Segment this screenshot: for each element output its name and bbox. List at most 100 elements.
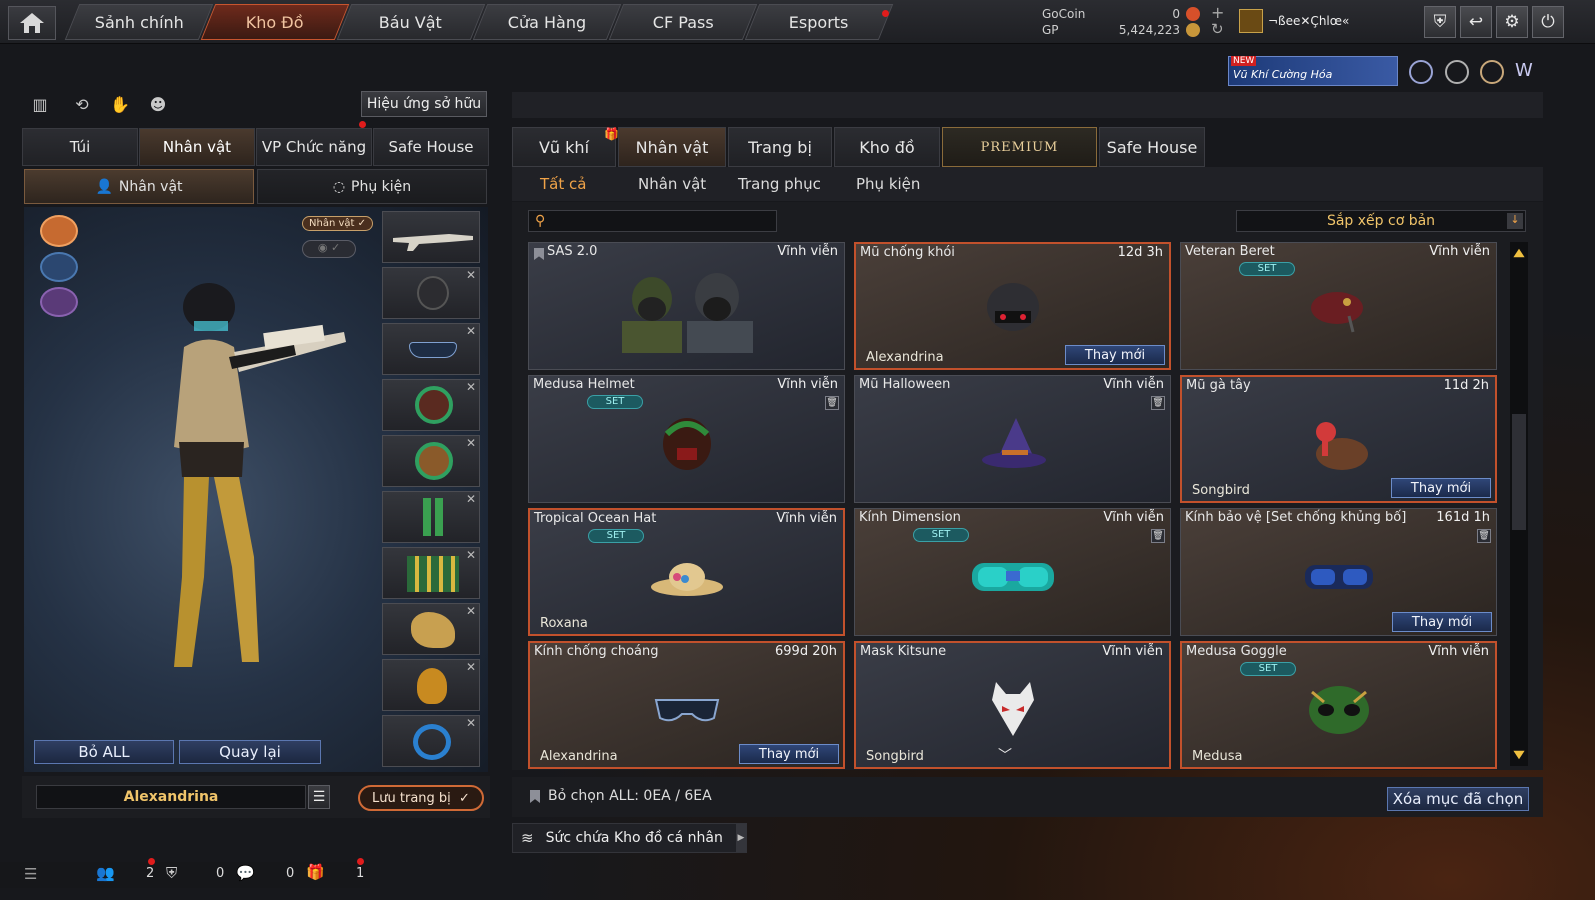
right-tab-storage[interactable]: Kho đồ: [834, 127, 940, 167]
item-card[interactable]: SAS 2.0 Vĩnh viễn: [528, 242, 845, 370]
filter-accessory[interactable]: Phụ kiện: [856, 171, 920, 197]
close-icon[interactable]: ✕: [466, 380, 476, 394]
slot-grenade[interactable]: ✕: [382, 491, 480, 543]
exit-room-button[interactable]: ↩: [1460, 6, 1492, 38]
faction-eagle-icon[interactable]: [40, 215, 78, 247]
filter-all[interactable]: Tất cả: [540, 171, 586, 197]
slot-glasses[interactable]: ✕: [382, 323, 480, 375]
chevron-down-icon[interactable]: ﹀: [998, 745, 1012, 765]
nav-tab-lobby[interactable]: Sảnh chính: [64, 4, 214, 40]
right-tab-character[interactable]: Nhân vật: [618, 127, 726, 167]
slot-ring[interactable]: ✕: [382, 715, 480, 767]
pose-icon[interactable]: ✋: [108, 92, 132, 116]
power-button[interactable]: ⏻: [1532, 6, 1564, 38]
scrollbar[interactable]: [1510, 242, 1528, 766]
close-icon[interactable]: ✕: [466, 660, 476, 674]
nav-tab-treasure[interactable]: Báu Vật: [336, 4, 486, 40]
slot-emblem-1[interactable]: ✕: [382, 379, 480, 431]
character-list-button[interactable]: ☰: [308, 785, 330, 809]
star-icon[interactable]: [1480, 60, 1504, 84]
friends-icon[interactable]: 👥: [96, 864, 115, 882]
delete-selected-button[interactable]: Xóa mục đã chọn: [1387, 787, 1529, 811]
item-card[interactable]: Kính bảo vệ [Set chống khủng bố] 161d 1h 🗑…: [1180, 508, 1497, 636]
vip-icon[interactable]: [1409, 60, 1433, 84]
scroll-up-icon[interactable]: [1513, 248, 1525, 258]
item-card[interactable]: Mũ chống khói 12d 3h Alexandrina Thay mới: [854, 242, 1171, 370]
target-icon[interactable]: [1445, 60, 1469, 84]
search-input[interactable]: [549, 213, 776, 229]
close-icon[interactable]: ✕: [466, 324, 476, 338]
trash-icon[interactable]: 🗑: [1477, 529, 1491, 543]
item-card[interactable]: Mũ Halloween Vĩnh viễn 🗑: [854, 375, 1171, 503]
right-tab-premium[interactable]: PREMIUM: [942, 127, 1097, 167]
hide-toggle[interactable]: ◉ ✓: [302, 240, 356, 258]
home-button[interactable]: [8, 6, 56, 40]
item-card[interactable]: Veteran Beret Vĩnh viễn SET: [1180, 242, 1497, 370]
slot-weapon[interactable]: [382, 211, 480, 263]
close-icon[interactable]: ✕: [466, 436, 476, 450]
left-tab-bag[interactable]: Túi: [22, 128, 138, 166]
clan-shield-icon[interactable]: ⛨: [166, 864, 177, 882]
deselect-all-label[interactable]: Bỏ chọn ALL: 0EA / 6EA: [548, 788, 712, 804]
left-tab-vp[interactable]: VP Chức năng: [256, 128, 372, 166]
rotate-icon[interactable]: ⟲: [70, 92, 94, 116]
slot-charm[interactable]: ✕: [382, 659, 480, 711]
close-icon[interactable]: ✕: [466, 492, 476, 506]
slot-vest[interactable]: ✕: [382, 547, 480, 599]
nav-tab-shop[interactable]: Cửa Hàng: [472, 4, 622, 40]
back-button[interactable]: Quay lại: [179, 740, 321, 764]
faction-wing-icon[interactable]: [40, 252, 78, 282]
nav-tab-cfpass[interactable]: CF Pass: [608, 4, 758, 40]
filter-outfit[interactable]: Trang phục: [738, 171, 821, 197]
filter-character[interactable]: Nhân vật: [638, 171, 706, 197]
trash-icon[interactable]: 🗑: [1151, 396, 1165, 410]
nav-tab-inventory[interactable]: Kho Đồ: [200, 4, 350, 40]
item-card[interactable]: Tropical Ocean Hat Vĩnh viễn SET Roxana: [528, 508, 845, 636]
slot-pet[interactable]: ✕: [382, 603, 480, 655]
capacity-button[interactable]: ≋ Sức chứa Kho đồ cá nhân ▶: [512, 823, 747, 853]
right-tab-safehouse[interactable]: Safe House: [1099, 127, 1205, 167]
subtab-character[interactable]: 👤 Nhân vật: [24, 169, 254, 204]
item-card[interactable]: Kính chống choáng 699d 20h Alexandrina Thay…: [528, 641, 845, 769]
right-tab-weapon[interactable]: Vũ khí: [512, 127, 616, 167]
item-card[interactable]: Kính Dimension Vĩnh viễn SET 🗑: [854, 508, 1171, 636]
nav-tab-esports[interactable]: Esports: [744, 4, 894, 40]
faction-bird-icon[interactable]: [40, 287, 78, 317]
list-icon[interactable]: ☰: [24, 865, 37, 883]
scroll-down-icon[interactable]: [1513, 750, 1525, 760]
scroll-thumb[interactable]: [1512, 414, 1526, 530]
replace-button[interactable]: Thay mới: [1391, 478, 1491, 498]
search-box[interactable]: ⚲: [528, 210, 777, 232]
trash-icon[interactable]: 🗑: [825, 396, 839, 410]
slot-emblem-2[interactable]: ✕: [382, 435, 480, 487]
emote-icon[interactable]: ☻: [146, 92, 170, 116]
close-icon[interactable]: ✕: [466, 548, 476, 562]
settings-button[interactable]: ⚙: [1496, 6, 1528, 38]
close-icon[interactable]: ✕: [466, 268, 476, 282]
character-badge[interactable]: Nhân vật ✓: [302, 216, 373, 231]
replace-button[interactable]: Thay mới: [1392, 612, 1492, 632]
save-equipment-button[interactable]: Lưu trang bị ✓: [358, 785, 484, 811]
trash-icon[interactable]: 🗑: [1151, 529, 1165, 543]
item-card[interactable]: Mũ gà tây 11d 2h Songbird Thay mới: [1180, 375, 1497, 503]
refresh-icon[interactable]: ↻: [1211, 20, 1224, 38]
gift-box-icon[interactable]: ▥: [28, 92, 52, 116]
clan-button[interactable]: ⛨: [1424, 6, 1456, 38]
w-logo-icon[interactable]: W: [1515, 60, 1539, 84]
right-tab-equipment[interactable]: Trang bị: [728, 127, 832, 167]
left-tab-safehouse[interactable]: Safe House: [373, 128, 489, 166]
item-card[interactable]: Mask Kitsune Vĩnh viễn Songbird: [854, 641, 1171, 769]
slot-helmet[interactable]: ✕: [382, 267, 480, 319]
gift-box-bottom-icon[interactable]: 🎁: [306, 863, 325, 881]
replace-button[interactable]: Thay mới: [1065, 345, 1165, 365]
remove-all-button[interactable]: Bỏ ALL: [34, 740, 174, 764]
chat-icon[interactable]: 💬: [236, 864, 255, 882]
subtab-accessories[interactable]: ◌ Phụ kiện: [257, 169, 487, 204]
item-card[interactable]: Medusa Goggle Vĩnh viễn SET Medusa: [1180, 641, 1497, 769]
bookmark-icon[interactable]: [534, 248, 544, 260]
owned-effects-button[interactable]: Hiệu ứng sở hữu: [361, 91, 487, 117]
item-card[interactable]: Medusa Helmet Vĩnh viễn SET 🗑: [528, 375, 845, 503]
left-tab-character[interactable]: Nhân vật: [139, 128, 255, 166]
close-icon[interactable]: ✕: [466, 716, 476, 730]
character-name-field[interactable]: Alexandrina: [36, 785, 306, 809]
